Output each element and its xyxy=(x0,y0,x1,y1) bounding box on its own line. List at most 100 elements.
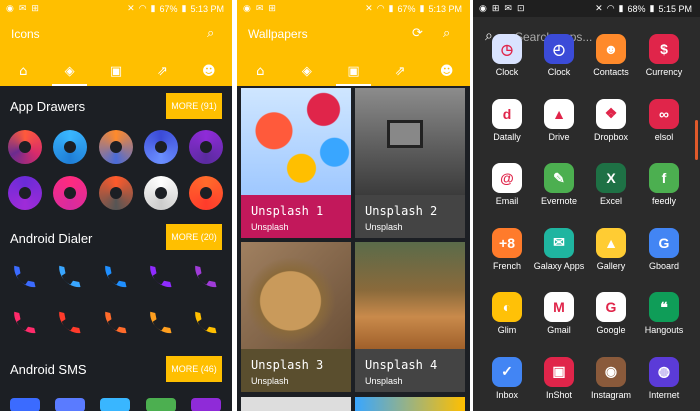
phone-icon[interactable] xyxy=(99,262,129,292)
app-contacts[interactable]: ☻ Contacts xyxy=(585,34,637,77)
app-gboard[interactable]: G Gboard xyxy=(638,227,690,271)
app-excel[interactable]: X Excel xyxy=(585,163,637,206)
wallpaper-card[interactable]: Unsplash 3 Unsplash xyxy=(241,242,351,392)
app-dropbox[interactable]: ❖ Dropbox xyxy=(585,98,637,142)
open-external-icon: ⇗ xyxy=(156,63,168,79)
phone-icon[interactable] xyxy=(189,262,219,292)
app-google[interactable]: G Google xyxy=(585,292,637,335)
app-clock[interactable]: ◴ Clock xyxy=(533,34,585,77)
search-icon[interactable]: ⌕ xyxy=(207,26,221,41)
app-drawer-icon[interactable] xyxy=(144,176,178,210)
app-label: Contacts xyxy=(593,67,629,77)
more-button[interactable]: MORE (46) xyxy=(166,356,222,382)
phone-icon[interactable] xyxy=(53,262,83,292)
wallpaper-image xyxy=(241,88,351,195)
card-subtitle: Unsplash xyxy=(251,222,289,232)
sms-icon[interactable] xyxy=(146,398,176,411)
tab-open[interactable]: ⇗ xyxy=(377,56,424,86)
notification-icon: ✉ xyxy=(18,3,27,13)
notification-icon: ◉ xyxy=(479,3,487,13)
app-inbox[interactable]: ✓ Inbox xyxy=(481,356,533,400)
wallpaper-image xyxy=(241,242,351,349)
app-drawer-icon[interactable] xyxy=(8,176,42,210)
sms-icon[interactable] xyxy=(100,398,130,411)
refresh-icon[interactable]: ⟳ xyxy=(412,26,426,41)
app-evernote[interactable]: ✎ Evernote xyxy=(533,163,585,206)
app-french[interactable]: +8 French xyxy=(481,227,533,271)
phone-icon[interactable] xyxy=(189,308,219,338)
tab-open[interactable]: ⇗ xyxy=(139,56,185,86)
people-icon: ☻ xyxy=(202,63,216,79)
search-icon[interactable]: ⌕ xyxy=(443,26,457,41)
evernote-icon: ✎ xyxy=(544,163,574,193)
inbox-icon: ✓ xyxy=(492,356,522,387)
app-drawer-icon[interactable] xyxy=(99,176,133,210)
wifi-icon: ◠ xyxy=(138,3,147,13)
app-galaxy-apps[interactable]: ✉ Galaxy Apps xyxy=(533,227,585,271)
phone-icon[interactable] xyxy=(8,262,38,292)
more-button[interactable]: MORE (20) xyxy=(166,224,222,250)
phone-icon[interactable] xyxy=(99,308,129,338)
tab-layers[interactable]: ◈ xyxy=(284,56,331,86)
app-gmail[interactable]: M Gmail xyxy=(533,292,585,335)
app-drawer-icon[interactable] xyxy=(99,130,133,164)
home-icon: ⌂ xyxy=(256,63,265,79)
sms-icon[interactable] xyxy=(191,398,221,411)
tab-home[interactable]: ⌂ xyxy=(237,56,284,86)
app-glim[interactable]: ◐ Glim xyxy=(481,292,533,335)
wallpapers-panel: ◉ ✉ ⊞ ✕ ◠ ▮ 67% ▮ 5:13 PM Wallpapers ⟳ ⌕ ⌂… xyxy=(237,0,470,411)
tab-home[interactable]: ⌂ xyxy=(0,56,46,86)
app-drawer-icon[interactable] xyxy=(144,130,178,164)
phone-icon[interactable] xyxy=(144,308,174,338)
app-email[interactable]: @ Email xyxy=(481,163,533,206)
app-drive[interactable]: ▲ Drive xyxy=(533,98,585,142)
app-drawer-icon[interactable] xyxy=(53,130,87,164)
scrollbar[interactable] xyxy=(695,120,698,160)
app-instagram[interactable]: ◉ Instagram xyxy=(585,356,637,400)
app-inshot[interactable]: ▣ InShot xyxy=(533,356,585,400)
dropbox-icon: ❖ xyxy=(596,98,626,129)
app-drawer-icon[interactable] xyxy=(53,176,87,210)
clock-icon: ◴ xyxy=(544,34,574,64)
tab-layers[interactable]: ◈ xyxy=(46,56,92,86)
tab-wallpapers[interactable]: ▣ xyxy=(93,56,139,86)
sms-icon[interactable] xyxy=(55,398,85,411)
tab-people[interactable]: ☻ xyxy=(186,56,232,86)
tab-people[interactable]: ☻ xyxy=(423,56,470,86)
phone-icon[interactable] xyxy=(144,262,174,292)
tab-wallpapers[interactable]: ▣ xyxy=(330,56,377,86)
app-internet[interactable]: ◍ Internet xyxy=(638,356,690,400)
picture-frame-icon xyxy=(387,120,423,148)
status-bar: ◉ ✉ ⊞ ✕ ◠ ▮ 67% ▮ 5:13 PM xyxy=(237,0,470,17)
app-drawer-icon[interactable] xyxy=(189,130,223,164)
status-bar: ◉ ✉ ⊞ ✕ ◠ ▮ 67% ▮ 5:13 PM xyxy=(0,0,232,17)
app-clock[interactable]: ◷ Clock xyxy=(481,34,533,77)
card-title: Unsplash 3 xyxy=(251,358,324,372)
app-feedly[interactable]: f feedly xyxy=(638,163,690,206)
card-title: Unsplash 4 xyxy=(365,358,438,372)
app-currency[interactable]: $ Currency xyxy=(638,34,690,77)
app-label: Email xyxy=(495,196,519,206)
wallpaper-card[interactable] xyxy=(241,397,351,411)
app-label: Evernote xyxy=(540,196,578,206)
more-button[interactable]: MORE (91) xyxy=(166,93,222,119)
wallpaper-card[interactable]: Unsplash 1 Unsplash xyxy=(241,88,351,238)
phone-icon[interactable] xyxy=(53,308,83,338)
app-gallery[interactable]: ▲ Gallery xyxy=(585,227,637,271)
wallpaper-card[interactable]: Unsplash 2 Unsplash xyxy=(355,88,465,238)
app-datally[interactable]: d Datally xyxy=(481,98,533,142)
app-drawer-icon[interactable] xyxy=(189,176,223,210)
galaxy-apps-icon: ✉ xyxy=(544,227,574,258)
app-drawer-icon[interactable] xyxy=(8,130,42,164)
card-caption: Unsplash 1 Unsplash xyxy=(241,195,351,238)
wallpaper-card[interactable]: Unsplash 4 Unsplash xyxy=(355,242,465,392)
notification-icon: ⊞ xyxy=(31,3,39,13)
card-subtitle: Unsplash xyxy=(365,222,403,232)
phone-icon[interactable] xyxy=(8,308,38,338)
sms-icon[interactable] xyxy=(10,398,40,411)
app-hangouts[interactable]: ❝ Hangouts xyxy=(638,292,690,335)
datally-icon: d xyxy=(492,98,522,129)
excel-icon: X xyxy=(596,163,626,193)
app-elsol[interactable]: ∞ elsol xyxy=(638,98,690,142)
wallpaper-card[interactable] xyxy=(355,397,465,411)
